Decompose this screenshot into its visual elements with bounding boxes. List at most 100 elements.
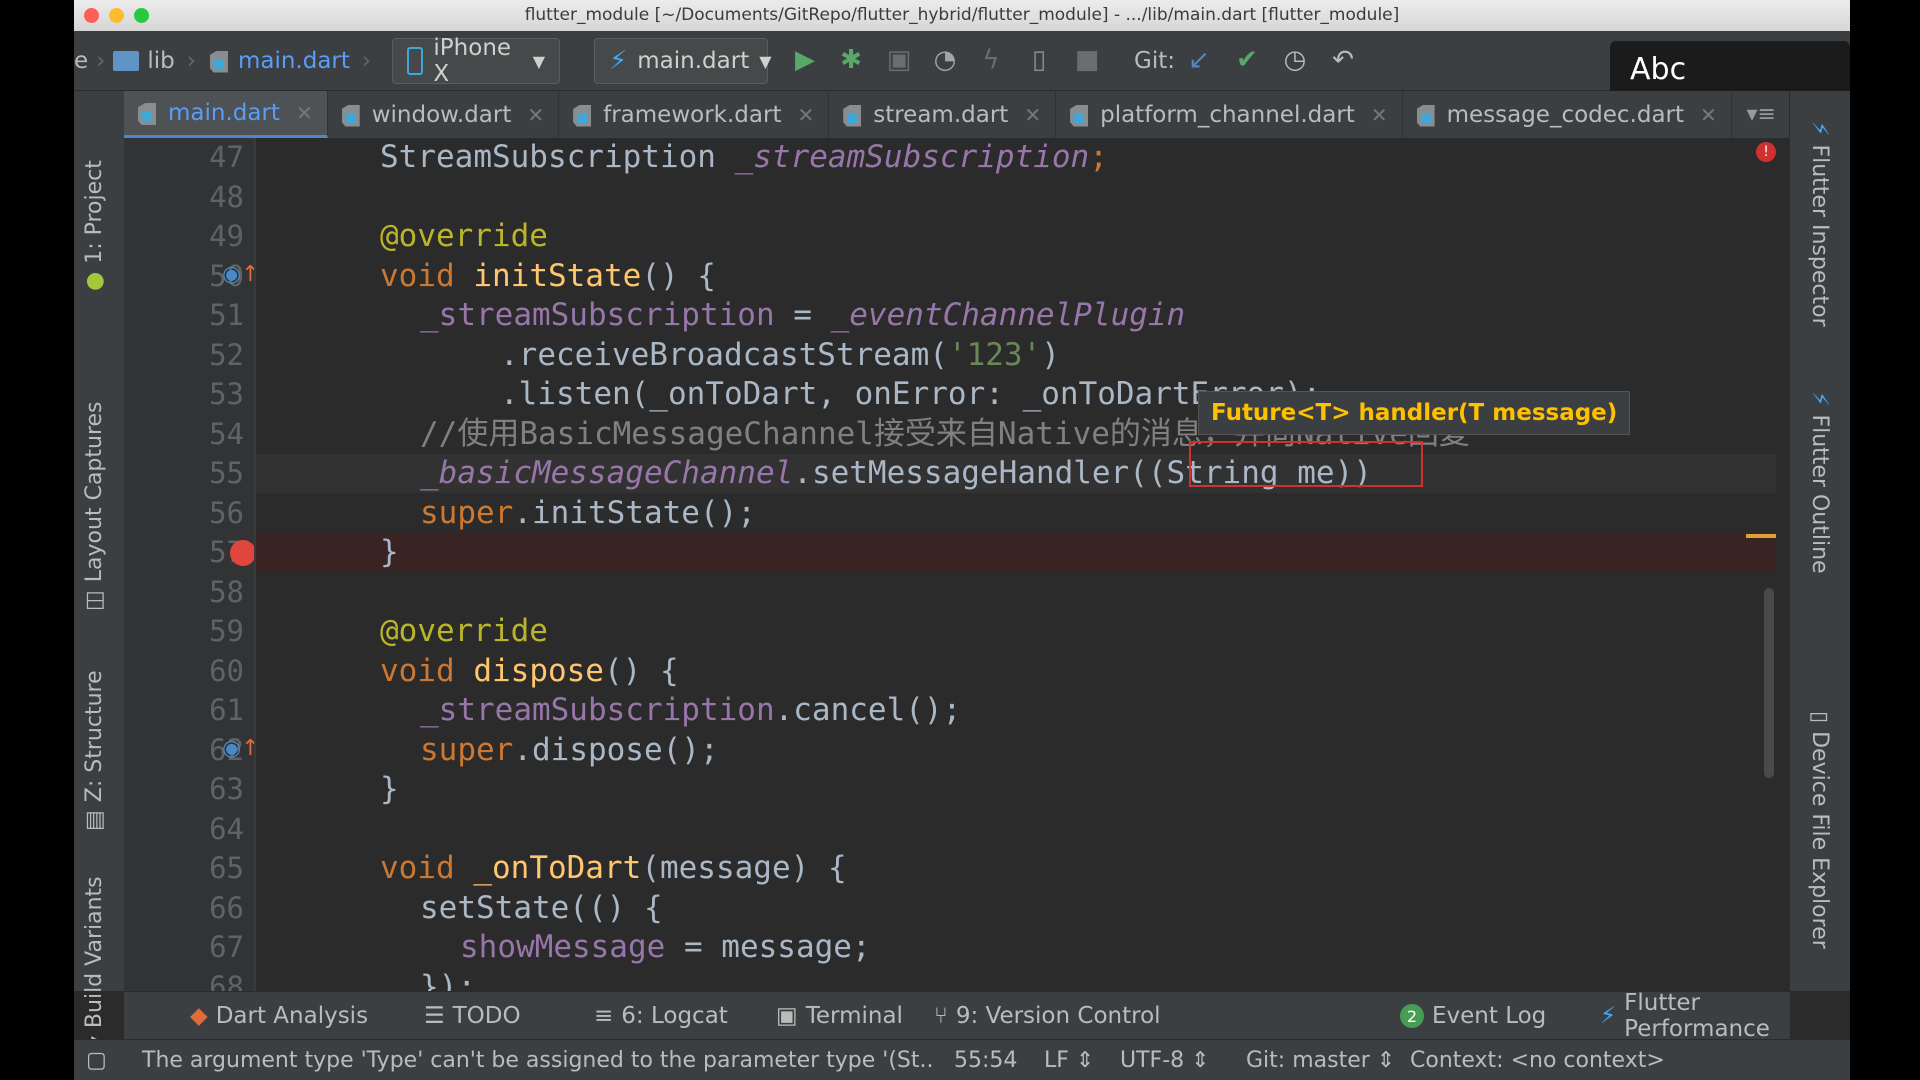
flutter-performance-label: Flutter Performance xyxy=(1624,990,1770,1042)
context-indicator[interactable]: Context: <no context> xyxy=(1410,1040,1665,1080)
flutter-inspector-tool-button[interactable]: ⚡ Flutter Inspector xyxy=(1807,121,1832,327)
main-toolbar: e › lib › main.dart › iPhone X ▼ ⚡ main.… xyxy=(74,31,1850,97)
file-encoding[interactable]: UTF-8 ⇕ xyxy=(1120,1040,1210,1080)
code-token: showMessage xyxy=(460,929,666,965)
code-line-49: @override xyxy=(380,218,548,254)
close-icon[interactable]: ✕ xyxy=(1371,103,1388,127)
bottom-tool-bar: ◆ Dart Analysis ☰ TODO ≡ 6: Logcat ▣ Ter… xyxy=(124,990,1790,1042)
code-line-65: void _onToDart(message) { xyxy=(380,849,847,888)
line-number: 56 xyxy=(209,495,244,530)
tab-list-icon[interactable]: ▾≡ xyxy=(1747,91,1790,138)
line-number: 58 xyxy=(209,574,244,609)
line-number: 57 xyxy=(209,535,244,569)
status-message[interactable]: The argument type 'Type' can't be assign… xyxy=(142,1040,934,1080)
close-icon[interactable]: ✕ xyxy=(296,101,313,125)
code-line-59: @override xyxy=(380,613,548,649)
run-config-selector[interactable]: ⚡ main.dart ▼ xyxy=(594,38,772,84)
file-encoding-label: UTF-8 xyxy=(1120,1048,1185,1073)
tab-label: platform_channel.dart xyxy=(1100,101,1355,128)
coverage-icon[interactable]: ▣ xyxy=(884,45,914,75)
close-icon[interactable]: ✕ xyxy=(1700,103,1717,127)
tab-stream-dart[interactable]: stream.dart ✕ xyxy=(829,91,1057,138)
right-tool-bar: ⚡ Flutter Inspector ⚡ Flutter Outline ▯ … xyxy=(1789,91,1850,991)
title-bar: flutter_module [~/Documents/GitRepo/flut… xyxy=(74,0,1850,31)
flutter-outline-tool-button[interactable]: ⚡ Flutter Outline xyxy=(1807,391,1832,574)
structure-tool-button[interactable]: ▤ Z: Structure xyxy=(82,670,107,831)
layout-captures-tool-button[interactable]: ◫ Layout Captures xyxy=(82,401,107,611)
code-editor[interactable]: StreamSubscription _streamSubscription; … xyxy=(256,138,1776,991)
close-icon[interactable]: ✕ xyxy=(797,103,814,127)
tab-main-dart[interactable]: main.dart ✕ xyxy=(124,91,328,138)
breakpoint-icon[interactable] xyxy=(230,540,256,566)
logcat-icon: ≡ xyxy=(594,1003,614,1029)
code-token: void xyxy=(380,257,474,294)
dart-file-icon xyxy=(340,103,362,127)
maximize-window-button[interactable] xyxy=(134,8,149,23)
tab-framework-dart[interactable]: framework.dart ✕ xyxy=(559,91,830,138)
minimize-window-button[interactable] xyxy=(109,8,124,23)
device-selector[interactable]: iPhone X ▼ xyxy=(392,35,560,87)
tab-label: window.dart xyxy=(371,101,512,128)
hot-reload-icon[interactable]: ϟ xyxy=(976,45,1006,75)
todo-tool-button[interactable]: ☰ TODO xyxy=(424,992,521,1040)
git-branch[interactable]: Git: master ⇕ xyxy=(1246,1040,1395,1080)
code-line-60: void dispose() { xyxy=(380,652,679,691)
logcat-tool-button[interactable]: ≡ 6: Logcat xyxy=(594,992,728,1040)
line-separator[interactable]: LF ⇕ xyxy=(1044,1040,1094,1080)
code-token: _eventChannelPlugin xyxy=(830,297,1186,333)
dart-analysis-tool-button[interactable]: ◆ Dart Analysis xyxy=(190,992,368,1040)
line-number: 53 xyxy=(209,377,244,411)
breadcrumb-folder[interactable]: lib xyxy=(147,48,174,74)
dart-analysis-label: Dart Analysis xyxy=(215,1003,369,1029)
caret-position[interactable]: 55:54 xyxy=(954,1040,1017,1080)
git-commit-icon[interactable]: ✔ xyxy=(1232,45,1262,75)
device-file-explorer-tool-button[interactable]: ▯ Device File Explorer xyxy=(1807,711,1832,949)
dart-file-icon xyxy=(208,49,230,73)
breadcrumb-prev[interactable]: e xyxy=(74,48,88,74)
build-variants-tool-button[interactable]: ▰ Build Variants xyxy=(82,876,107,1053)
profile-icon[interactable]: ◔ xyxy=(930,45,960,75)
run-icon[interactable]: ▶ xyxy=(790,45,820,75)
history-icon[interactable]: ◷ xyxy=(1280,45,1310,75)
editor-tabs: main.dart ✕ window.dart ✕ framework.dart… xyxy=(124,91,1790,138)
debug-icon[interactable]: ✱ xyxy=(836,45,866,75)
tab-window-dart[interactable]: window.dart ✕ xyxy=(328,91,560,138)
code-line-62: super.dispose(); xyxy=(420,731,719,770)
terminal-tool-button[interactable]: ▣ Terminal xyxy=(776,992,903,1040)
revert-icon[interactable]: ↶ xyxy=(1328,45,1358,75)
window-controls xyxy=(84,8,149,23)
git-update-icon[interactable]: ↙ xyxy=(1184,45,1214,75)
device-file-explorer-label: Device File Explorer xyxy=(1807,731,1832,949)
tab-platform-channel-dart[interactable]: platform_channel.dart ✕ xyxy=(1056,91,1403,138)
stop-icon[interactable]: ■ xyxy=(1072,45,1102,75)
warning-stripe-mark[interactable] xyxy=(1746,534,1776,538)
code-token: (message) { xyxy=(641,850,847,886)
logcat-label: 6: Logcat xyxy=(621,1003,728,1029)
editor-scrollbar[interactable] xyxy=(1764,588,1774,778)
close-window-button[interactable] xyxy=(84,8,99,23)
device-label: iPhone X xyxy=(433,35,512,87)
input-method-label: Abc xyxy=(1630,51,1687,87)
version-control-tool-button[interactable]: ⑂ 9: Version Control xyxy=(934,992,1161,1040)
tab-message-codec-dart[interactable]: message_codec.dart ✕ xyxy=(1403,91,1732,138)
project-tool-button[interactable]: ● 1: Project xyxy=(82,160,107,291)
left-tool-bar: ● 1: Project ◫ Layout Captures ▤ Z: Stru… xyxy=(74,91,125,1053)
dart-file-icon xyxy=(841,103,863,127)
breadcrumb-file[interactable]: main.dart xyxy=(238,48,350,74)
flutter-icon: ⚡ xyxy=(609,46,628,76)
tool-windows-toggle-icon[interactable]: ▢ xyxy=(86,1040,107,1080)
device-icon: ▯ xyxy=(1807,711,1832,724)
layout-captures-icon: ◫ xyxy=(82,590,107,611)
device-manager-icon[interactable]: ▯ xyxy=(1024,45,1054,75)
code-line-47: StreamSubscription _streamSubscription; xyxy=(380,138,1108,177)
close-icon[interactable]: ✕ xyxy=(527,103,544,127)
close-icon[interactable]: ✕ xyxy=(1024,103,1041,127)
code-line-50: void initState() { xyxy=(380,257,716,296)
flutter-outline-label: Flutter Outline xyxy=(1807,414,1832,574)
event-log-tool-button[interactable]: 2 Event Log xyxy=(1400,992,1546,1040)
dart-analysis-icon: ◆ xyxy=(190,1003,208,1029)
dart-file-icon xyxy=(1415,103,1437,127)
flutter-performance-tool-button[interactable]: ⚡ Flutter Performance xyxy=(1600,990,1790,1042)
ide-window: flutter_module [~/Documents/GitRepo/flut… xyxy=(74,0,1850,1080)
error-indicator-icon[interactable]: ! xyxy=(1756,142,1776,162)
